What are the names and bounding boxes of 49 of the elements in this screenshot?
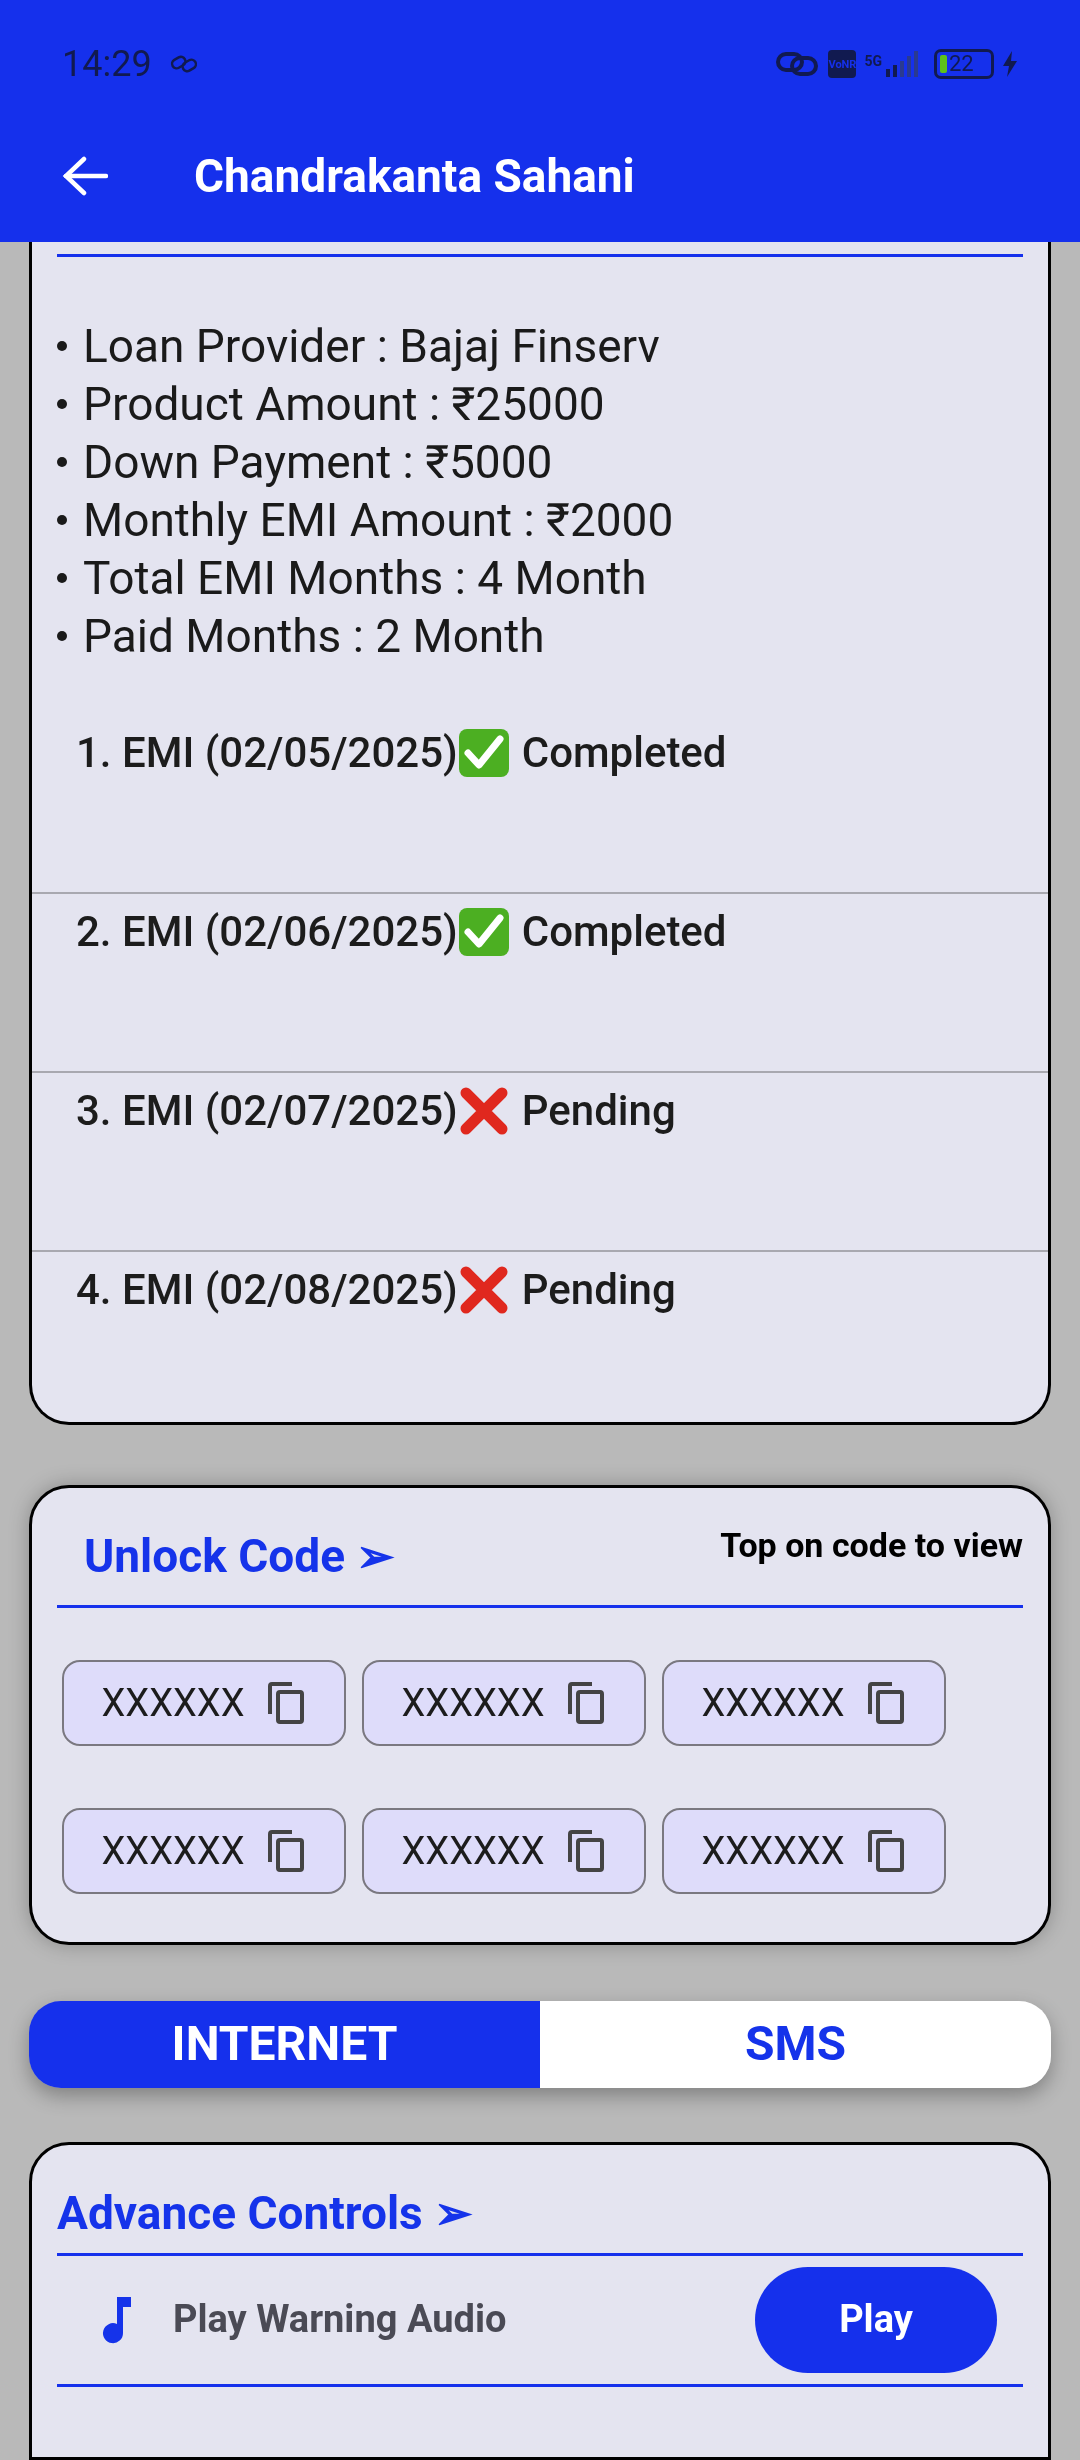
signal-icon: [884, 51, 918, 77]
mode-tab[interactable]: SMS: [540, 2001, 1051, 2088]
emi-status: Pending: [521, 1264, 676, 1316]
charging-icon: [1002, 51, 1018, 77]
copy-icon: [566, 1680, 607, 1726]
section-title: Unlock Code ➢: [84, 1528, 396, 1585]
volte-badge: VoNR: [828, 50, 857, 78]
bullet-icon: [57, 341, 67, 351]
loan-detail: Product Amount : ₹25000: [83, 376, 605, 433]
emi-date: 4. EMI (02/08/2025): [76, 1264, 458, 1316]
hint-text: Top on code to view: [720, 1524, 1023, 1567]
code-chip[interactable]: XXXXXX: [62, 1660, 346, 1746]
mode-tab[interactable]: INTERNET: [29, 2001, 540, 2088]
emi-status: Pending: [521, 1085, 676, 1137]
battery-level: 22: [949, 53, 974, 75]
code-chip[interactable]: XXXXXX: [362, 1808, 646, 1894]
emi-date: 3. EMI (02/07/2025): [76, 1085, 458, 1137]
bullet-icon: [57, 573, 67, 583]
emi-status: Completed: [521, 906, 727, 958]
loan-detail: Monthly EMI Amount : ₹2000: [83, 492, 674, 549]
loan-detail: Total EMI Months : 4 Month: [83, 550, 647, 607]
network-type: 5G: [864, 52, 882, 71]
copy-icon: [266, 1680, 307, 1726]
copy-icon: [866, 1680, 907, 1726]
emi-date: 2. EMI (02/06/2025): [76, 906, 458, 958]
link-icon: [776, 50, 819, 78]
code-chip[interactable]: XXXXXX: [662, 1660, 946, 1746]
bullet-icon: [57, 399, 67, 409]
battery-fill: [940, 55, 947, 73]
code-chip[interactable]: XXXXXX: [662, 1808, 946, 1894]
copy-icon: [866, 1828, 907, 1874]
bullet-icon: [57, 515, 67, 525]
code-chip[interactable]: XXXXXX: [362, 1660, 646, 1746]
code-chip[interactable]: XXXXXX: [62, 1808, 346, 1894]
bullet-icon: [57, 631, 67, 641]
copy-icon: [566, 1828, 607, 1874]
copy-icon: [266, 1828, 307, 1874]
loan-detail: Down Payment : ₹5000: [83, 434, 553, 491]
screen-title: Chandrakanta Sahani: [194, 147, 635, 205]
status-time: 14:29: [62, 42, 152, 87]
loan-detail: Loan Provider : Bajaj Finserv: [83, 318, 660, 375]
bullet-icon: [57, 457, 67, 467]
section-title: Advance Controls ➢: [57, 2185, 474, 2240]
link-icon: [169, 55, 198, 73]
control-label: Play Warning Audio: [173, 2296, 508, 2344]
emi-status: Completed: [521, 727, 727, 779]
emi-date: 1. EMI (02/05/2025): [76, 727, 458, 779]
play-button[interactable]: Play: [755, 2266, 997, 2373]
loan-detail: Paid Months : 2 Month: [83, 608, 545, 665]
